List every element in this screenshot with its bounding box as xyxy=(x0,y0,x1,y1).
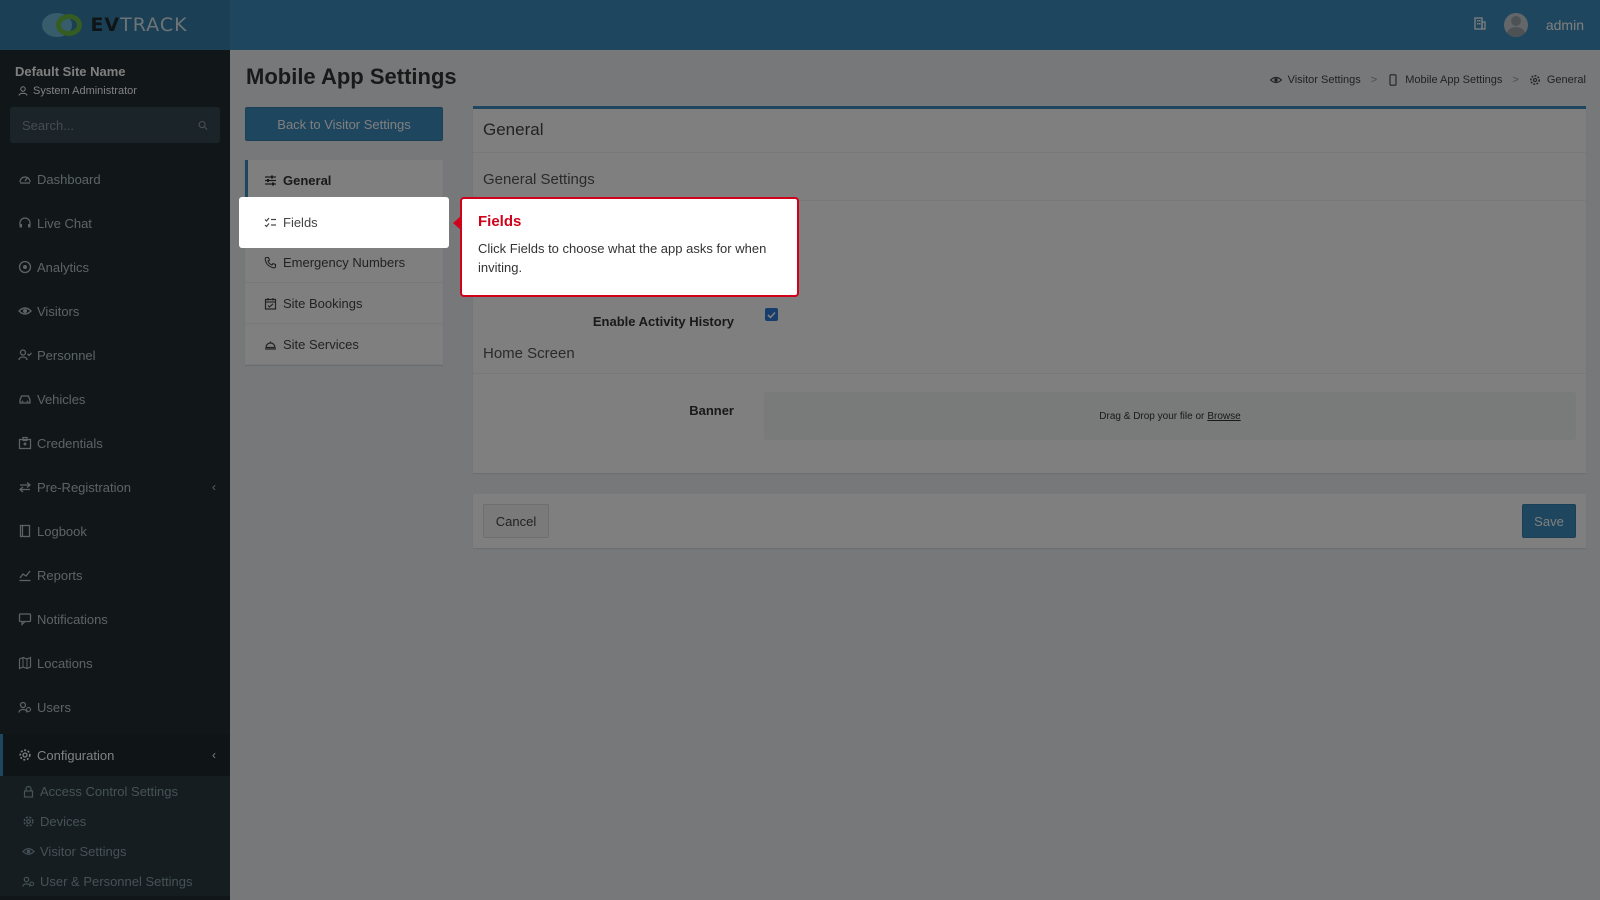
tooltip-body: Click Fields to choose what the app asks… xyxy=(478,241,767,275)
highlighted-nav-item-fields[interactable]: Fields xyxy=(245,202,443,243)
tutorial-overlay[interactable] xyxy=(0,0,1600,900)
tutorial-tooltip: Fields Click Fields to choose what the a… xyxy=(453,197,799,297)
tooltip-title: Fields xyxy=(478,213,522,230)
checklist-icon xyxy=(264,216,277,229)
tutorial-highlight: Fields xyxy=(239,197,449,248)
